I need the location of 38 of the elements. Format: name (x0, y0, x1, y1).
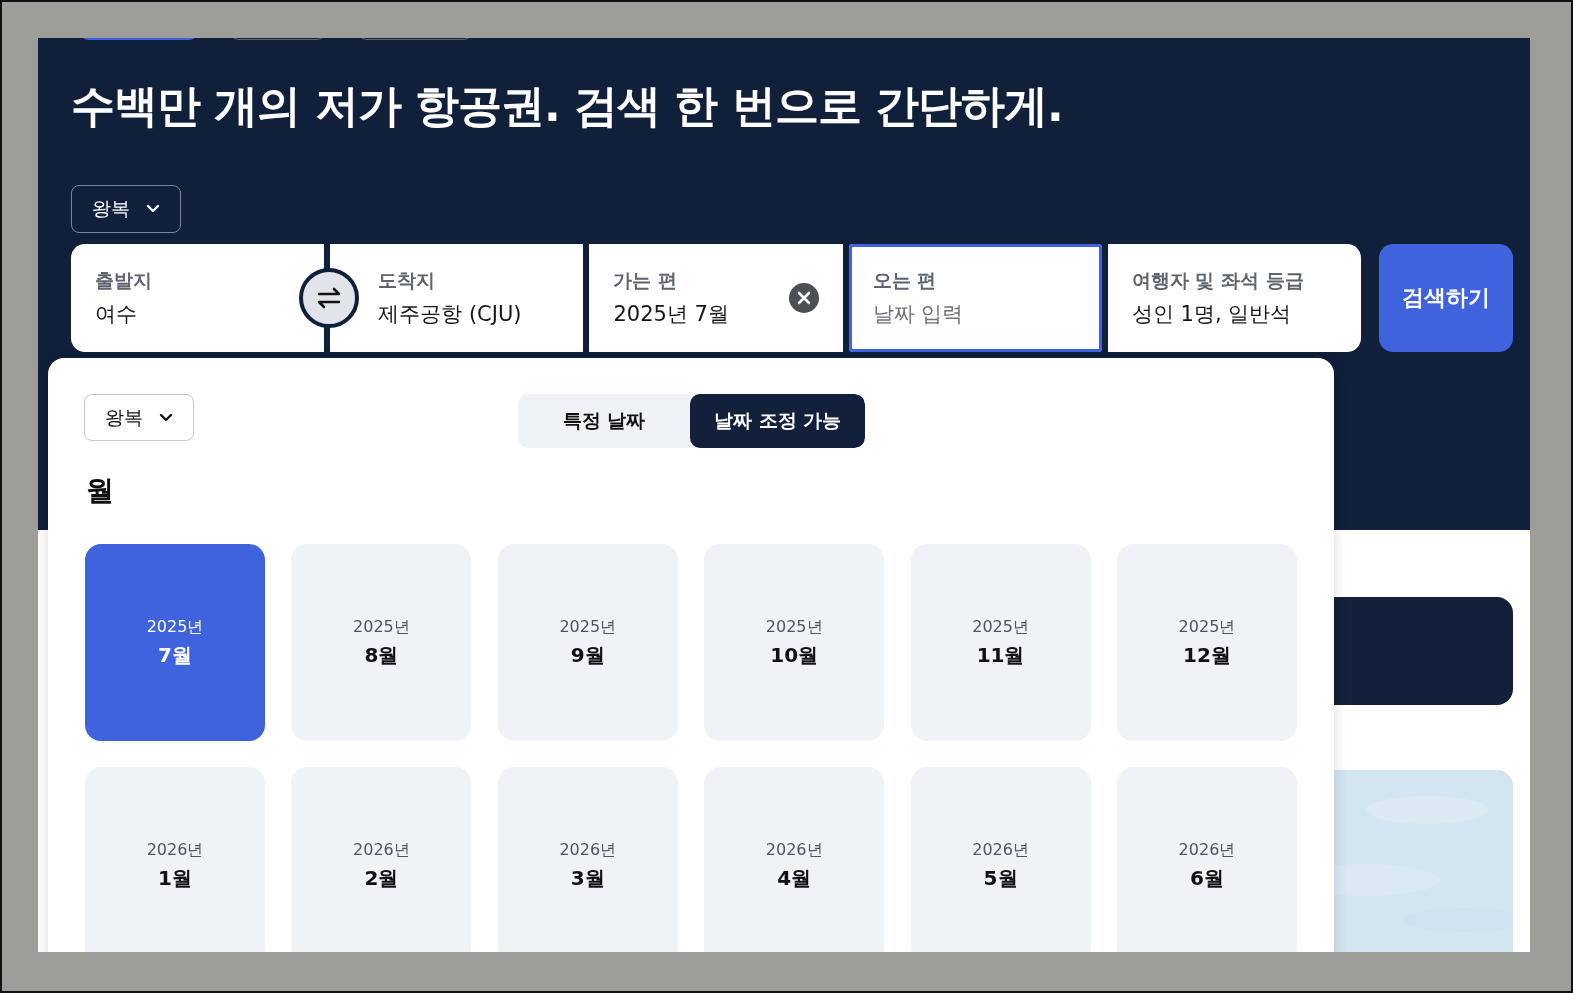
field-value: 성인 1명, 일반석 (1131, 301, 1293, 328)
headline: 수백만 개의 저가 항공권. 검색 한 번으로 간단하게. (71, 79, 1064, 133)
search-field[interactable]: 가는 편 2025년 7월 (589, 244, 843, 352)
search-field[interactable]: 출발지 여수 (71, 244, 325, 352)
field-label: 도착지 (378, 268, 437, 293)
field-value: 2025년 7월 (613, 301, 729, 328)
field-placeholder: 날짜 입력 (872, 301, 964, 328)
chevron-down-icon (146, 204, 160, 214)
month-card[interactable]: 2025년 9월 (497, 544, 678, 741)
field-label: 오는 편 (872, 268, 938, 293)
mode-tab[interactable]: 날짜 조정 가능 (690, 394, 866, 448)
month-card[interactable]: 2025년 11월 (910, 544, 1091, 741)
search-button[interactable]: 검색하기 (1379, 244, 1514, 352)
month-card[interactable]: 2026년 2월 (291, 767, 472, 952)
field-label: 출발지 (95, 268, 152, 293)
clear-icon[interactable] (788, 283, 819, 313)
field-value: 제주공항 (CJU) (378, 301, 522, 328)
month-card[interactable]: 2025년 7월 (85, 544, 265, 741)
month-card[interactable]: 2026년 5월 (910, 767, 1091, 952)
month-card[interactable]: 2026년 3월 (497, 767, 678, 952)
month-card[interactable]: 2025년 12월 (1116, 544, 1297, 741)
month-card[interactable]: 2025년 10월 (704, 544, 885, 741)
field-label: 가는 편 (613, 268, 679, 293)
month-card[interactable]: 2025년 8월 (291, 544, 472, 741)
search-field[interactable]: 오는 편 날짜 입력 (848, 244, 1102, 352)
search-field[interactable]: 도착지 제주공항 (CJU) (330, 244, 584, 352)
search-field[interactable]: 여행자 및 좌석 등급 성인 1명, 일반석 (1107, 244, 1362, 352)
month-card[interactable]: 2026년 4월 (704, 767, 885, 952)
section-title: 월 (86, 473, 115, 509)
month-card[interactable]: 2026년 6월 (1116, 767, 1297, 952)
mode-tab[interactable]: 특정 날짜 (518, 394, 690, 448)
chevron-down-icon (159, 412, 173, 423)
swap-icon[interactable] (299, 268, 359, 328)
trip-type-dropdown[interactable]: 왕복 (71, 185, 181, 233)
field-value: 여수 (95, 301, 138, 328)
trip-type-dropdown[interactable]: 왕복 (84, 394, 194, 441)
field-label: 여행자 및 좌석 등급 (1131, 268, 1304, 293)
month-card[interactable]: 2026년 1월 (85, 767, 265, 952)
